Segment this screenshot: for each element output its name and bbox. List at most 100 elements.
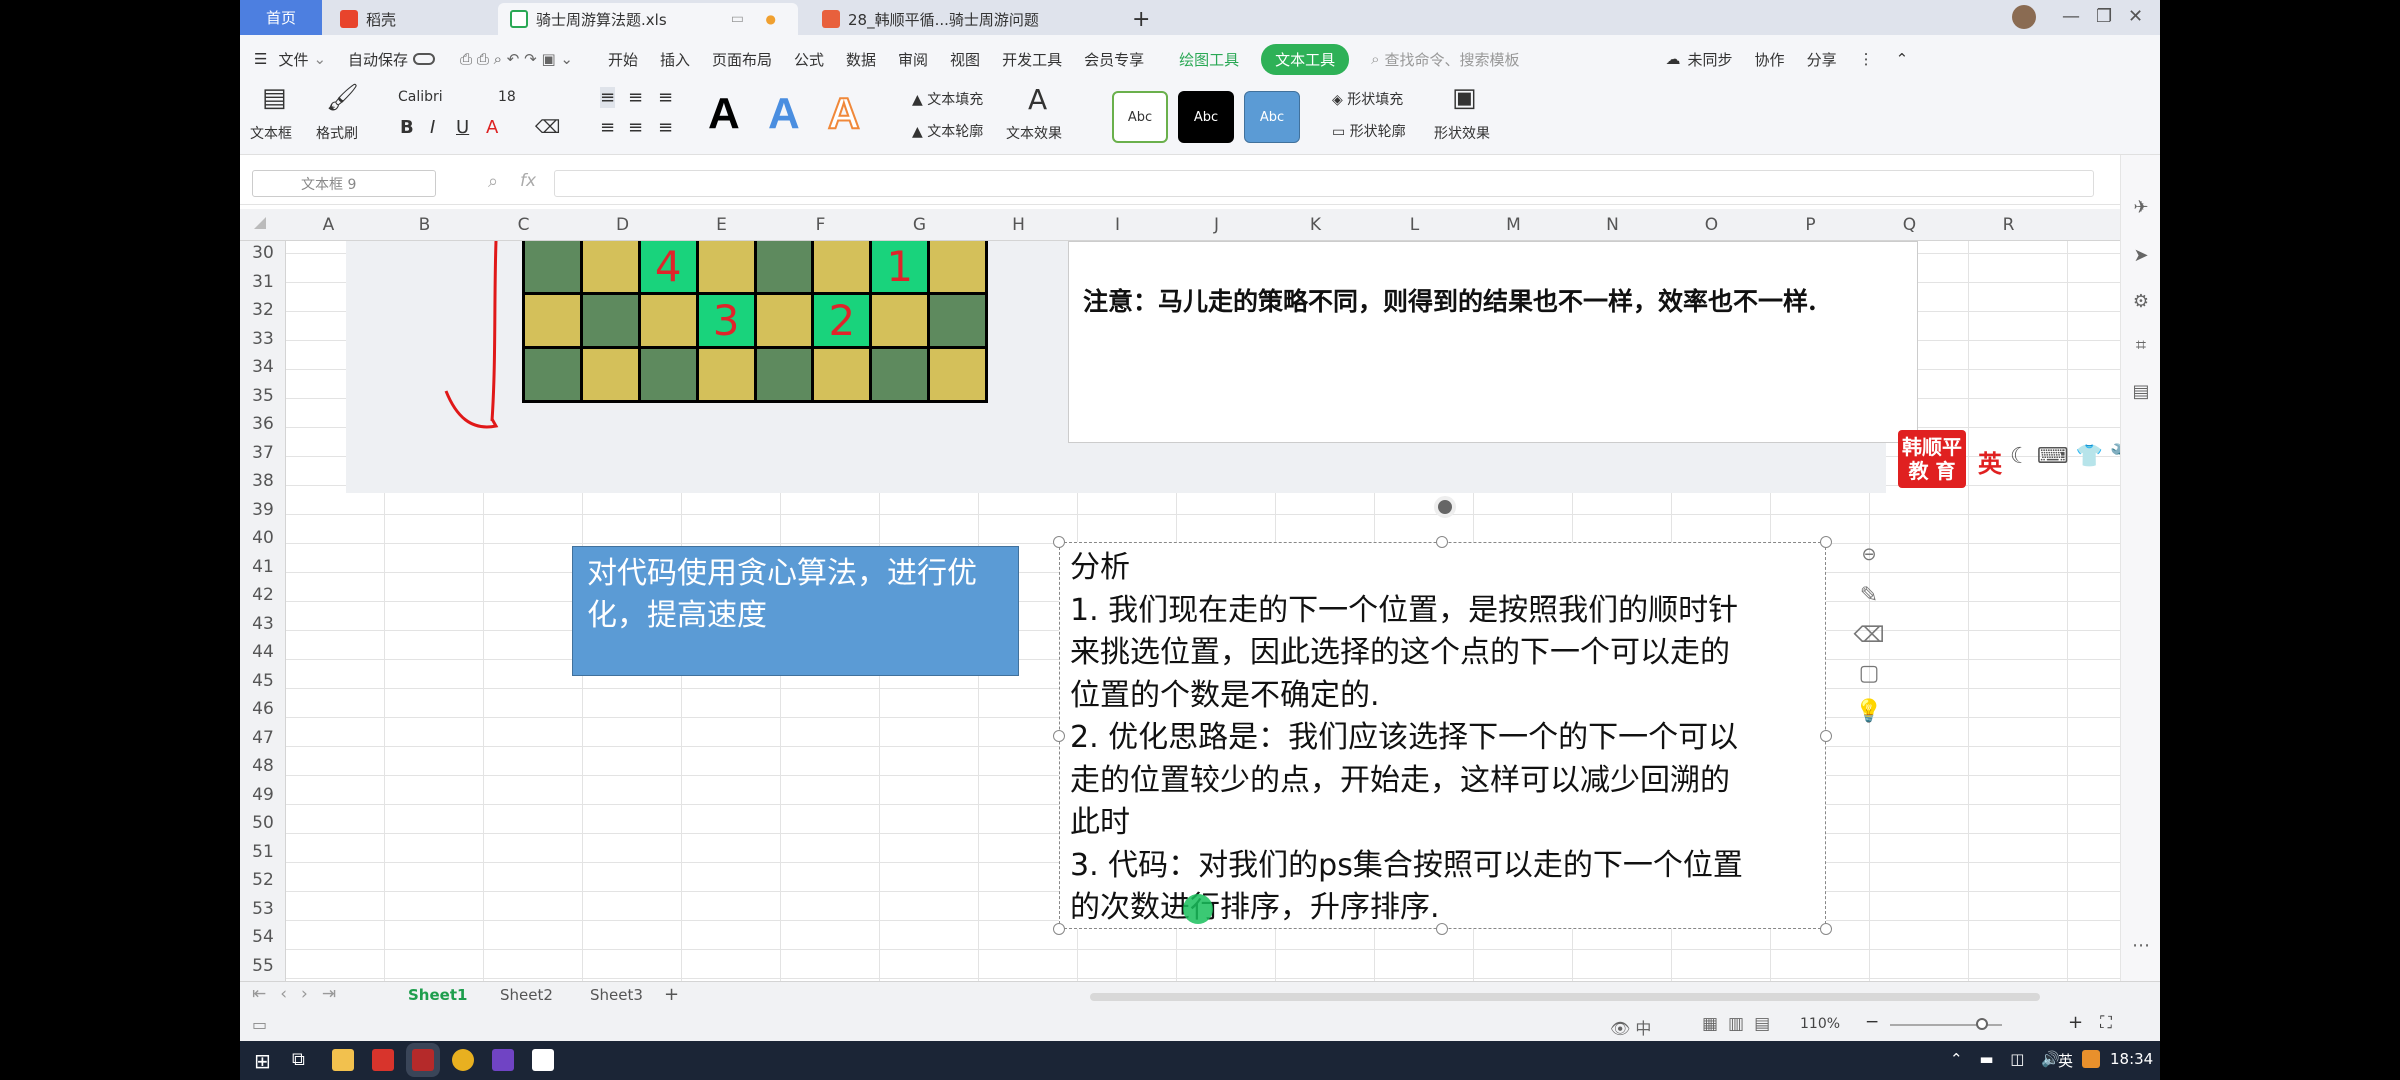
row-header-cell[interactable]: 37 (240, 443, 286, 463)
cell-grid[interactable]: 4 1 3 2 注意：马儿走的策略不同，则得到的结果也不一样，效率也不一样. 对… (286, 241, 2120, 981)
ime-lang[interactable]: 英 (1978, 444, 2002, 479)
row-header-cell[interactable]: 42 (240, 585, 286, 605)
view-mode-icons[interactable]: ▦▥▤ (1702, 1014, 1780, 1034)
column-header-cell[interactable]: A (279, 215, 378, 235)
layout-icon[interactable]: ▢ (1852, 661, 1886, 695)
menu-member[interactable]: 会员专享 (1084, 49, 1144, 70)
sheet-nav-icons[interactable]: ⇤‹›⇥ (252, 984, 350, 1004)
xmind-icon[interactable] (372, 1049, 394, 1071)
eraser-icon[interactable]: ⌫ (1852, 623, 1886, 657)
row-header-cell[interactable]: 32 (240, 300, 286, 320)
menu-file[interactable]: 文件 (278, 49, 308, 70)
app-icon[interactable] (532, 1049, 554, 1071)
zoom-icon[interactable]: ⌕ (488, 171, 498, 192)
row-header-cell[interactable]: 52 (240, 870, 286, 890)
add-sheet-icon[interactable]: + (664, 984, 679, 1005)
column-header-cell[interactable]: J (1167, 215, 1266, 235)
row-header-cell[interactable]: 55 (240, 956, 286, 976)
row-header-cell[interactable]: 49 (240, 785, 286, 805)
tab-xls[interactable]: 骑士周游算法题.xls ▭ ● (498, 3, 798, 35)
row-header-cell[interactable]: 36 (240, 414, 286, 434)
row-header-cell[interactable]: 35 (240, 386, 286, 406)
chevron-down-icon[interactable]: ⌄ (313, 50, 326, 68)
row-header-cell[interactable]: 43 (240, 614, 286, 634)
text-style-black[interactable]: A (708, 89, 740, 139)
restore-icon[interactable]: ❐ (2096, 6, 2112, 27)
row-header-cell[interactable]: 50 (240, 813, 286, 833)
minimize-icon[interactable]: — (2062, 6, 2080, 27)
column-header-cell[interactable]: M (1464, 215, 1563, 235)
underline-icon[interactable]: U (456, 117, 469, 138)
column-header-cell[interactable]: P (1761, 215, 1860, 235)
autosave-toggle[interactable] (413, 53, 436, 65)
column-header-cell[interactable]: C (474, 215, 573, 235)
textbox-button[interactable]: 文本框 (250, 123, 292, 143)
column-header-cell[interactable]: G (870, 215, 969, 235)
collab-button[interactable]: 协作 (1755, 49, 1785, 70)
command-search[interactable]: 查找命令、搜索模板 (1385, 49, 1595, 70)
menu-review[interactable]: 审阅 (898, 49, 928, 70)
name-box[interactable]: 文本框 9 (252, 170, 436, 197)
quick-access-icons[interactable]: ⎙ ⎙ ⌕ ↶ ↷ ▣ ⌄ (460, 50, 573, 68)
bold-icon[interactable]: B (400, 117, 414, 138)
column-header-cell[interactable]: D (573, 215, 672, 235)
rocket-icon[interactable]: ✈ (2129, 197, 2153, 221)
shape-fill-button[interactable]: ◈ 形状填充 (1332, 89, 1403, 109)
monitor-icon[interactable]: ▭ (731, 11, 744, 27)
close-icon[interactable]: ✕ (2128, 6, 2143, 27)
row-header-cell[interactable]: 39 (240, 500, 286, 520)
format-painter-button[interactable]: 格式刷 (316, 123, 358, 143)
shape-effect-icon[interactable]: ▣ (1452, 83, 1477, 113)
fullscreen-icon[interactable]: ⛶ (2100, 1013, 2112, 1033)
column-header-cell[interactable]: H (969, 215, 1068, 235)
select-icon[interactable]: ➤ (2129, 245, 2153, 269)
row-header-cell[interactable]: 44 (240, 642, 286, 662)
row-header-cell[interactable]: 51 (240, 842, 286, 862)
zoom-out-icon[interactable]: − (1865, 1012, 1879, 1032)
font-size-select[interactable]: 18 (498, 89, 516, 105)
sheet-tab-3[interactable]: Sheet3 (590, 986, 643, 1004)
add-tab-button[interactable]: + (1120, 3, 1162, 35)
align-top-icon[interactable]: ≡ (600, 87, 616, 108)
row-header-cell[interactable]: 34 (240, 357, 286, 377)
shape-outline-button[interactable]: ▭ 形状轮廓 (1332, 121, 1406, 141)
formula-input[interactable] (554, 170, 2094, 197)
font-color-icon[interactable]: A (486, 117, 498, 138)
menu-text-tools[interactable]: 文本工具 (1261, 43, 1350, 75)
row-header-cell[interactable]: 53 (240, 899, 286, 919)
menu-view[interactable]: 视图 (950, 49, 980, 70)
zoom-thumb[interactable] (1976, 1018, 1988, 1030)
windows-start-icon[interactable]: ⊞ (254, 1049, 271, 1073)
shape-style-white[interactable]: Abc (1112, 91, 1168, 143)
resize-handle[interactable] (1053, 923, 1065, 935)
tab-pdf[interactable]: 28_韩顺平循...骑士周游问题 (810, 3, 1140, 35)
align-right-icon[interactable]: ≡ (658, 117, 673, 138)
horizontal-scrollbar[interactable] (1090, 993, 2040, 1001)
menu-page-layout[interactable]: 页面布局 (712, 49, 772, 70)
italic-icon[interactable]: I (430, 117, 435, 138)
align-middle-icon[interactable]: ≡ (628, 87, 643, 108)
resize-handle[interactable] (1053, 536, 1065, 548)
resize-handle[interactable] (1436, 536, 1448, 548)
crop-icon[interactable]: ⌗ (2129, 335, 2153, 359)
resize-handle[interactable] (1436, 923, 1448, 935)
pasted-screenshot[interactable]: 4 1 3 2 注意：马儿走的策略不同，则得到的结果也不一样，效率也不一样. (346, 241, 1918, 493)
more-dots-icon[interactable]: ⋯ (2129, 935, 2153, 959)
clear-format-icon[interactable]: ⌫ (535, 117, 560, 138)
resize-handle[interactable] (1820, 923, 1832, 935)
textbox-icon[interactable]: ▤ (262, 83, 287, 113)
resize-handle[interactable] (1820, 536, 1832, 548)
menu-insert[interactable]: 插入 (660, 49, 690, 70)
macro-icon[interactable]: ▭ (252, 1015, 267, 1034)
row-header-cell[interactable]: 48 (240, 756, 286, 776)
column-header-cell[interactable]: O (1662, 215, 1761, 235)
unsync-button[interactable]: 未同步 (1688, 49, 1733, 70)
eye-icon[interactable]: 👁 中 (1610, 1015, 1651, 1039)
collapse-ribbon-icon[interactable]: ⌃ (1896, 50, 1909, 68)
tab-home[interactable]: 首页 (240, 0, 322, 35)
shape-effect-button[interactable]: 形状效果 (1434, 123, 1490, 143)
clock[interactable]: 18:34 (2110, 1050, 2153, 1068)
idea-icon[interactable] (492, 1049, 514, 1071)
sheet-tab-2[interactable]: Sheet2 (500, 986, 553, 1004)
fx-icon[interactable]: fx (520, 171, 536, 191)
